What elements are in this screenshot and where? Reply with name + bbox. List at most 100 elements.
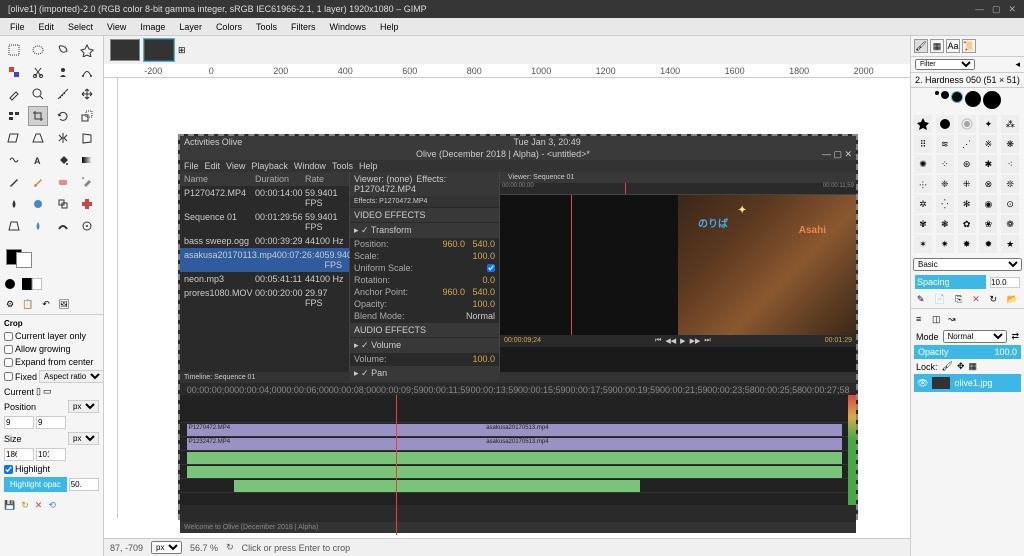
expand-center-checkbox[interactable] — [4, 358, 13, 367]
highlight-checkbox[interactable] — [4, 465, 13, 474]
tab-menu-icon[interactable]: ⊞ — [178, 45, 186, 56]
brush-item[interactable]: ⁖ — [1001, 155, 1019, 173]
size-h-input[interactable] — [36, 448, 66, 461]
history-tab[interactable]: 📜 — [962, 39, 976, 53]
tool-warp[interactable] — [4, 150, 24, 170]
restore-preset-icon[interactable]: ↻ — [21, 500, 29, 511]
brush-item[interactable]: ✲ — [914, 195, 932, 213]
tool-airbrush[interactable] — [77, 172, 97, 192]
allow-growing-checkbox[interactable] — [4, 345, 13, 354]
rotate-icon[interactable]: ↻ — [226, 542, 234, 553]
brush-item[interactable]: ✦ — [979, 115, 997, 133]
brush-item[interactable]: ❈ — [936, 175, 954, 193]
highlight-opacity[interactable]: Highlight opac — [4, 477, 67, 492]
brush-item[interactable]: ⁘ — [936, 155, 954, 173]
brushes-tab[interactable]: 🖌 — [914, 39, 928, 53]
tool-clone[interactable] — [53, 194, 73, 214]
tool-eraser[interactable] — [53, 172, 73, 192]
brush-item[interactable]: ★ — [1001, 235, 1019, 253]
brush-item[interactable]: ❀ — [979, 215, 997, 233]
brush-item[interactable]: ✺ — [914, 155, 932, 173]
tool-scale[interactable] — [77, 106, 97, 126]
brush-menu-icon[interactable]: ◂ — [1015, 59, 1020, 70]
tool-move[interactable] — [77, 84, 97, 104]
tool-align[interactable] — [4, 106, 24, 126]
reset-icon[interactable]: ⟲ — [48, 500, 56, 511]
brush-item[interactable]: ✾ — [914, 215, 932, 233]
layer-item[interactable]: 👁 olive1.jpg — [914, 374, 1021, 392]
hl-opacity-input[interactable] — [69, 478, 99, 491]
brush-item[interactable]: ⠿ — [914, 135, 932, 153]
layers-tab[interactable]: ≡ — [916, 314, 928, 326]
current-layer-checkbox[interactable] — [4, 332, 13, 341]
brush-item[interactable]: ※ — [979, 135, 997, 153]
images-tab[interactable]: 🖼 — [56, 296, 72, 312]
background-color[interactable] — [16, 252, 32, 268]
image-tab-2[interactable] — [144, 39, 174, 61]
pos-x-input[interactable] — [4, 416, 34, 429]
brush-item[interactable] — [936, 115, 954, 133]
brush-item[interactable]: ⸭ — [914, 175, 932, 193]
tool-dodge[interactable] — [77, 216, 97, 236]
paths-tab[interactable]: ↝ — [948, 314, 960, 326]
brush-item[interactable]: ✹ — [979, 235, 997, 253]
brush-item[interactable]: ❁ — [1001, 215, 1019, 233]
color-swatches[interactable] — [0, 240, 103, 274]
brush-item[interactable]: ⋰ — [958, 135, 976, 153]
tool-pencil[interactable] — [4, 172, 24, 192]
brush-filter[interactable]: Filter — [915, 59, 975, 70]
brush-item[interactable]: ✶ — [914, 235, 932, 253]
unit-select[interactable]: px — [151, 541, 182, 554]
brush-item[interactable] — [914, 115, 932, 133]
tool-perspective-clone[interactable] — [4, 216, 24, 236]
position-unit[interactable]: px — [68, 400, 99, 413]
pos-y-input[interactable] — [36, 416, 66, 429]
brush-item[interactable]: ✸ — [958, 235, 976, 253]
device-status-tab[interactable]: 📋 — [20, 296, 36, 312]
portrait-icon[interactable]: ▯ — [36, 386, 41, 397]
size-unit[interactable]: px — [68, 432, 99, 445]
brush-item[interactable]: ⁛ — [936, 195, 954, 213]
brush-item[interactable]: ✻ — [958, 195, 976, 213]
tool-cage[interactable] — [77, 128, 97, 148]
tool-mypaint[interactable] — [28, 194, 48, 214]
brush-item[interactable]: ⊙ — [1001, 195, 1019, 213]
channels-tab[interactable]: ◫ — [932, 314, 944, 326]
tool-options-tab[interactable]: ⚙ — [2, 296, 18, 312]
tool-ellipse-select[interactable] — [28, 40, 48, 60]
tool-blur[interactable] — [28, 216, 48, 236]
tool-foreground-select[interactable] — [53, 62, 73, 82]
tool-smudge[interactable] — [53, 216, 73, 236]
brush-preset-select[interactable]: Basic — [913, 258, 1022, 271]
fixed-select[interactable]: Aspect ratio — [39, 370, 104, 383]
tool-gradient[interactable] — [77, 150, 97, 170]
tool-text[interactable]: A — [28, 150, 48, 170]
maximize-button[interactable]: ▢ — [992, 4, 1001, 15]
brush-item[interactable]: ⁜ — [958, 175, 976, 193]
edit-brush-icon[interactable]: ✎ — [917, 294, 925, 305]
opacity-slider[interactable]: Opacity100.0 — [914, 345, 1021, 359]
refresh-brush-icon[interactable]: ↻ — [990, 294, 998, 305]
menu-windows[interactable]: Windows — [323, 20, 372, 34]
brush-item[interactable]: ✿ — [958, 215, 976, 233]
landscape-icon[interactable]: ▭ — [43, 386, 52, 397]
spacing-input[interactable] — [990, 277, 1020, 288]
delete-preset-icon[interactable]: ✕ — [35, 500, 43, 511]
save-preset-icon[interactable]: 💾 — [4, 500, 15, 511]
menu-colors[interactable]: Colors — [210, 20, 248, 34]
new-brush-icon[interactable]: 📄 — [934, 294, 945, 305]
tool-rect-select[interactable] — [4, 40, 24, 60]
tool-heal[interactable] — [77, 194, 97, 214]
lock-position-icon[interactable]: ✥ — [957, 361, 965, 372]
menu-image[interactable]: Image — [134, 20, 171, 34]
brush-item[interactable]: ✱ — [979, 155, 997, 173]
brush-item[interactable]: ⊛ — [958, 155, 976, 173]
tool-bucket[interactable] — [53, 150, 73, 170]
dup-brush-icon[interactable]: ⎘ — [955, 294, 962, 305]
tool-measure[interactable] — [53, 84, 73, 104]
brush-item[interactable]: ❊ — [1001, 175, 1019, 193]
lock-pixels-icon[interactable]: 🖌 — [942, 361, 953, 372]
tool-crop[interactable] — [28, 106, 48, 126]
image-tab-1[interactable] — [110, 39, 140, 61]
fixed-checkbox[interactable] — [4, 372, 13, 381]
